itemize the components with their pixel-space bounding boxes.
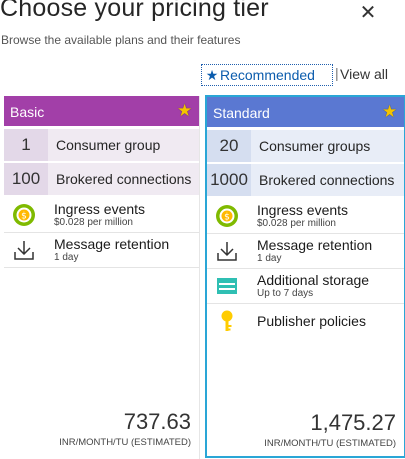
feature-name: Additional storage (257, 272, 370, 288)
filter-separator: | (335, 65, 339, 81)
recommended-label: Recommended (220, 67, 315, 83)
feature-detail: $0.028 per million (257, 218, 336, 229)
feature-detail: 1 day (257, 253, 282, 264)
tier-name: Basic (10, 104, 45, 120)
feature-name: Message retention (257, 237, 373, 253)
feature-detail: 1 day (54, 252, 79, 263)
consumer-groups-label: Consumer group (56, 137, 161, 153)
svg-text:$: $ (21, 212, 27, 222)
download-icon (217, 242, 237, 261)
page-title: Choose your pricing tier (0, 0, 269, 22)
consumer-groups-count: 20 (207, 130, 251, 162)
tier-price-unit: INR/MONTH/TU (ESTIMATED) (59, 437, 191, 448)
feature-name: Ingress events (54, 201, 146, 217)
tier-header: Basic ★ (4, 96, 199, 126)
brokered-connections-count: 1000 (207, 164, 251, 196)
feature-ingress-events: $ Ingress events $0.028 per million (207, 199, 404, 234)
consumer-groups-row: 1 Consumer group (4, 129, 199, 161)
consumer-groups-row: 20 Consumer groups (207, 130, 404, 162)
download-icon (14, 241, 34, 260)
view-all-link[interactable]: View all (340, 66, 388, 82)
tier-price-unit: INR/MONTH/TU (ESTIMATED) (264, 438, 396, 449)
brokered-connections-count: 100 (4, 163, 48, 195)
feature-ingress-events: $ Ingress events $0.028 per million (4, 198, 199, 233)
ingress-icon: $ (13, 204, 35, 226)
brokered-connections-label: Brokered connections (259, 172, 395, 188)
feature-detail: Up to 7 days (257, 288, 314, 299)
ingress-icon: $ (216, 205, 238, 227)
feature-name: Ingress events (257, 202, 349, 218)
tier-card-basic[interactable]: Basic ★ 1 Consumer group 100 Brokered co… (4, 96, 200, 459)
feature-additional-storage: Additional storage Up to 7 days (207, 269, 404, 304)
feature-publisher-policies: Publisher policies (207, 304, 404, 338)
page-subtitle: Browse the available plans and their fea… (1, 33, 241, 47)
star-icon: ★ (382, 102, 398, 121)
feature-name: Publisher policies (257, 313, 366, 329)
svg-text:$: $ (224, 213, 230, 223)
brokered-connections-row: 1000 Brokered connections (207, 164, 404, 196)
brokered-connections-label: Brokered connections (56, 171, 192, 187)
storage-icon (217, 278, 237, 294)
feature-detail: $0.028 per million (54, 217, 133, 228)
feature-message-retention: Message retention 1 day (207, 234, 404, 269)
consumer-groups-count: 1 (4, 129, 48, 161)
brokered-connections-row: 100 Brokered connections (4, 163, 199, 195)
recommended-filter[interactable]: ★ Recommended (201, 64, 333, 86)
feature-message-retention: Message retention 1 day (4, 233, 199, 268)
tier-name: Standard (213, 105, 270, 121)
tier-header: Standard ★ (207, 97, 404, 127)
consumer-groups-label: Consumer groups (259, 138, 371, 154)
star-icon: ★ (177, 101, 193, 120)
feature-name: Message retention (54, 236, 170, 252)
key-icon (221, 310, 233, 331)
tier-card-standard[interactable]: Standard ★ 20 Consumer groups 1000 Broke… (205, 95, 405, 458)
tier-price: 737.63 (123, 409, 191, 434)
tier-price: 1,475.27 (310, 410, 396, 435)
star-icon: ★ (205, 67, 219, 83)
close-icon[interactable]: ✕ (357, 2, 379, 24)
